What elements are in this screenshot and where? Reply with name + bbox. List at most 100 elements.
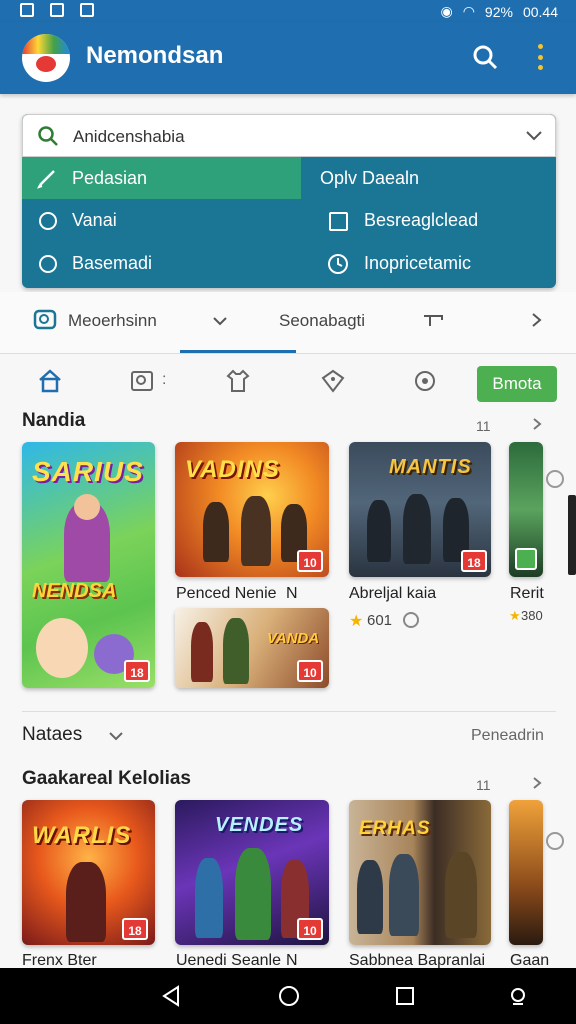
photo-icon[interactable] [129,368,155,394]
alarm-icon: ◉ [440,3,453,19]
shirt-icon[interactable] [225,368,251,394]
time-option-label: Inopricetamic [364,253,472,273]
section-title: Gaakareal Kelolias [22,768,191,789]
tab-active[interactable]: Seonabagti [279,311,365,331]
search-input[interactable]: Anidcenshabia [22,114,556,157]
chevron-right-icon[interactable] [530,776,544,790]
game-title-suffix: N [286,585,298,602]
status-bar: ◉ ◠ 92% 00.44 [0,0,576,22]
filter-row: Meoerhsinn Seonabagti [0,292,576,354]
game-title[interactable]: Penced Nenie [176,585,277,603]
soldier-figure [241,496,271,566]
game-art-title: ERHAS [359,818,431,839]
age-rating-badge: 10 [297,550,323,572]
game-app-icon [515,548,537,570]
scroll-indicator-icon [546,832,564,850]
game-card[interactable]: VANDA 10 [175,608,329,688]
back-icon[interactable] [160,984,182,1008]
system-nav-bar [0,968,576,1024]
image-notification-icon [80,3,94,17]
game-card[interactable] [509,442,543,577]
option-selected[interactable]: Pedasian [22,157,301,199]
flag-icon[interactable] [422,312,444,328]
game-card[interactable]: ERHAS [349,800,491,945]
age-rating-badge: 18 [461,550,487,572]
soldier-figure [403,494,431,564]
hero-figure [195,858,223,938]
search-icon[interactable] [472,44,498,70]
home-nav-icon[interactable] [277,984,301,1008]
game-art-title: VANDA [267,630,320,647]
game-card[interactable] [509,800,543,945]
option-display-label[interactable]: Oplv Daealn [320,168,419,189]
battery-level: 92% [484,3,513,20]
checkbox-option[interactable] [329,212,348,231]
checkbox-label: Besreaglclead [364,210,479,230]
sort-dropdown[interactable]: Nataes [22,724,82,746]
warrior-figure [223,618,249,684]
option-label: Pedasian [72,168,148,188]
chat-search-icon[interactable] [33,309,57,333]
radio-option-2[interactable] [39,255,57,273]
radio-label-1: Vanai [72,210,117,230]
assistant-icon[interactable] [506,984,530,1008]
character-girl [36,618,88,678]
peek-card-edge [568,495,576,575]
filter-label[interactable]: Meoerhsinn [68,311,157,331]
radio-option-1[interactable] [39,212,57,230]
hero-figure [235,848,271,940]
hero-figure [445,852,477,938]
chevron-down-icon[interactable] [108,728,124,744]
chevron-down-icon[interactable] [525,127,543,145]
section-divider [22,711,556,712]
section-count: 11 [476,418,491,434]
see-all-link[interactable]: Peneadrin [471,727,544,745]
star-icon: ★ [349,613,364,630]
soldier-figure [367,500,391,562]
clock-icon[interactable] [327,253,349,275]
chevron-right-icon[interactable] [530,312,544,328]
age-rating-badge: 18 [124,660,150,682]
separator-dots-icon: : [162,371,167,388]
clock: 00.44 [522,3,558,20]
target-icon[interactable] [412,368,438,394]
chevron-down-icon[interactable] [212,313,228,329]
gallery-notification-icon [50,3,64,17]
game-card[interactable]: SARIUS NENDSA 18 [22,442,155,688]
section-title: Nandia [22,410,86,431]
game-rating: 601 [367,612,393,629]
game-card[interactable]: VENDES 10 [175,800,329,945]
hero-figure [357,860,383,934]
search-value: Anidcenshabia [73,127,185,146]
hero-figure [66,862,106,942]
pencil-icon [37,170,55,189]
app-bar: Nemondsan [0,22,576,94]
game-title[interactable]: Rerit [510,585,544,603]
game-rating: 380 [521,608,543,623]
radio-label-2: Basemadi [72,253,153,273]
tab-indicator [180,350,296,353]
tag-icon[interactable] [320,368,346,394]
more-button[interactable]: Bmota [477,366,557,402]
star-icon: ★ [509,608,521,623]
search-icon [38,126,58,146]
character-head [74,494,100,520]
age-rating-badge: 10 [297,918,323,940]
app-title: Nemondsan [86,42,224,69]
game-art-subtitle: NENDSA [32,580,117,602]
game-art-title: VADINS [185,456,280,483]
chevron-right-icon[interactable] [530,417,544,431]
game-card[interactable]: MANTIS 18 [349,442,491,577]
home-icon[interactable] [37,368,63,394]
notification-icon [20,3,34,17]
game-art-title: SARIUS [32,456,144,487]
search-panel: Anidcenshabia Pedasian Oplv Daealn Vanai… [22,114,556,288]
game-card[interactable]: VADINS 10 [175,442,329,577]
game-art-title: MANTIS [389,456,472,478]
game-title[interactable]: Abreljal kaia [349,585,436,603]
age-rating-badge: 10 [297,660,323,682]
info-icon[interactable] [402,611,420,629]
recents-icon[interactable] [394,985,416,1007]
overflow-menu-icon[interactable] [536,44,544,70]
game-card[interactable]: WARLIS 18 [22,800,155,945]
